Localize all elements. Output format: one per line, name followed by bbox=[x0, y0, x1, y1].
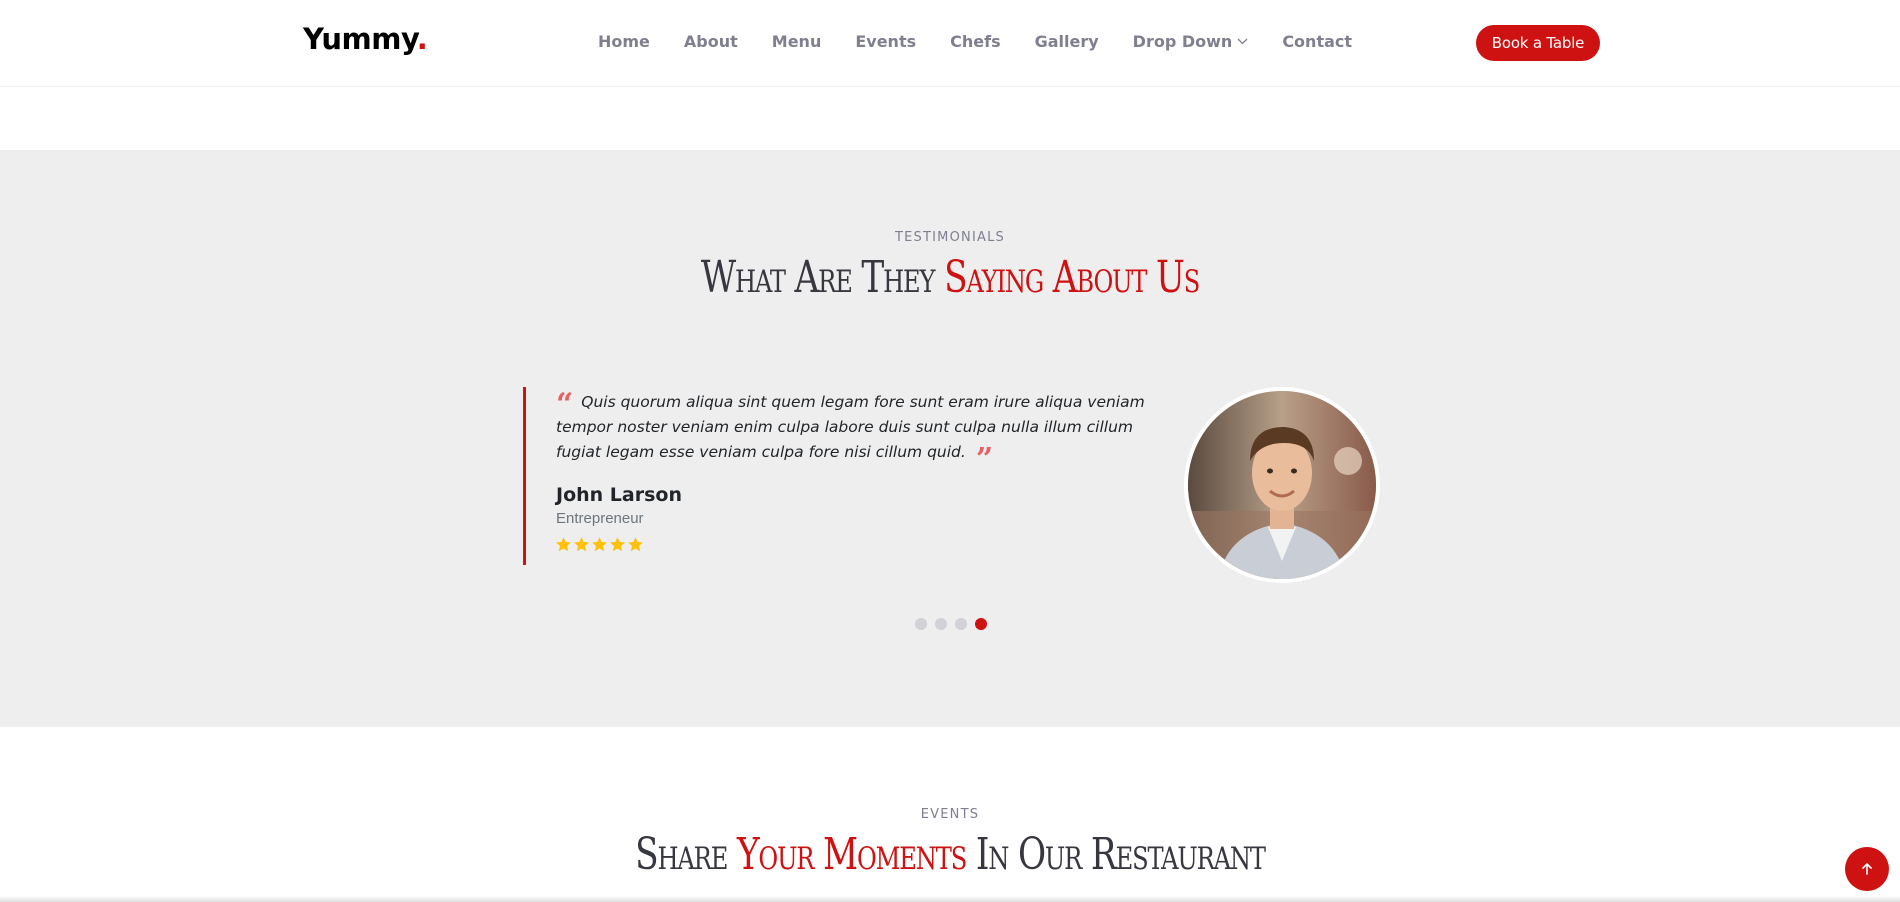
carousel-pagination bbox=[915, 618, 995, 630]
events-subtitle: EVENTS bbox=[920, 807, 980, 822]
rating-stars bbox=[555, 536, 645, 553]
nav-dropdown-label: Drop Down bbox=[1132, 32, 1233, 51]
star-icon bbox=[556, 537, 571, 552]
chevron-down-icon bbox=[1237, 38, 1248, 45]
quote-left-icon: “ bbox=[556, 387, 574, 422]
nav-chefs[interactable]: Chefs bbox=[950, 32, 1000, 51]
section-subtitle: TESTIMONIALS bbox=[895, 230, 1005, 245]
testimonial-avatar bbox=[1184, 387, 1380, 583]
quote-right-icon: ” bbox=[975, 442, 994, 477]
book-table-button[interactable]: Book a Table bbox=[1476, 25, 1600, 61]
site-header: Yummy. Home About Menu Events Chefs Gall… bbox=[0, 0, 1900, 87]
nav-home[interactable]: Home bbox=[598, 32, 650, 51]
star-icon bbox=[628, 537, 643, 552]
back-to-top-button[interactable] bbox=[1845, 847, 1889, 891]
nav-events[interactable]: Events bbox=[855, 32, 916, 51]
logo[interactable]: Yummy. bbox=[303, 22, 428, 56]
bottom-edge-shadow bbox=[0, 896, 1900, 902]
testimonial-card: “Quis quorum aliqua sint quem legam fore… bbox=[523, 387, 1163, 565]
person-portrait-photo bbox=[1188, 391, 1376, 579]
nav-menu[interactable]: Menu bbox=[772, 32, 822, 51]
carousel-dot-2[interactable] bbox=[935, 618, 947, 630]
events-title-accent: Your Moments bbox=[736, 829, 967, 880]
carousel-dot-3[interactable] bbox=[955, 618, 967, 630]
carousel-dot-4[interactable] bbox=[975, 618, 987, 630]
section-title: What Are They Saying About Us bbox=[209, 252, 1691, 303]
nav-gallery[interactable]: Gallery bbox=[1035, 32, 1099, 51]
events-title: Share Your Moments In Our Restaurant bbox=[209, 829, 1691, 880]
events-title-plain-1: Share bbox=[635, 829, 728, 880]
testimonial-quote: “Quis quorum aliqua sint quem legam fore… bbox=[556, 387, 1161, 477]
testimonial-name: John Larson bbox=[556, 484, 682, 506]
section-title-plain: What Are They bbox=[700, 252, 936, 303]
logo-dot: . bbox=[416, 22, 428, 56]
testimonials-section: TESTIMONIALS What Are They Saying About … bbox=[0, 150, 1900, 727]
carousel-dot-1[interactable] bbox=[915, 618, 927, 630]
events-title-plain-2: In Our Restaurant bbox=[975, 829, 1266, 880]
section-title-accent: Saying About Us bbox=[944, 252, 1200, 303]
star-icon bbox=[610, 537, 625, 552]
star-icon bbox=[574, 537, 589, 552]
logo-text[interactable]: Yummy bbox=[303, 22, 417, 56]
main-nav: Home About Menu Events Chefs Gallery Dro… bbox=[598, 32, 1352, 51]
nav-dropdown[interactable]: Drop Down bbox=[1133, 32, 1249, 51]
quote-body: Quis quorum aliqua sint quem legam fore … bbox=[556, 393, 1145, 461]
testimonial-role: Entrepreneur bbox=[556, 510, 644, 527]
nav-contact[interactable]: Contact bbox=[1282, 32, 1352, 51]
arrow-up-icon bbox=[1862, 863, 1872, 875]
nav-about[interactable]: About bbox=[684, 32, 738, 51]
star-icon bbox=[592, 537, 607, 552]
